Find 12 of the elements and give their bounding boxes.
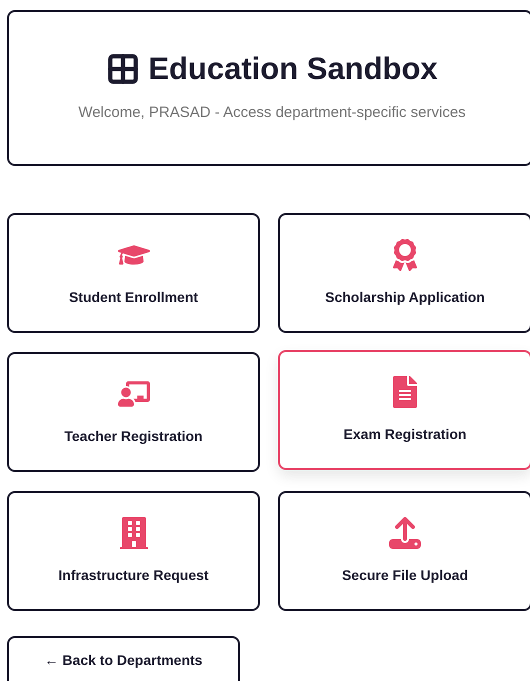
page-title: Education Sandbox	[148, 53, 438, 84]
upload-icon	[389, 516, 421, 548]
service-card[interactable]: Scholarship Application	[278, 213, 530, 333]
service-card[interactable]: Infrastructure Request	[7, 491, 260, 611]
service-card[interactable]: Student Enrollment	[7, 213, 260, 333]
service-card[interactable]: Teacher Registration	[7, 352, 260, 472]
service-card[interactable]: Secure File Upload	[278, 491, 530, 611]
back-button[interactable]: ← Back to Departments	[7, 636, 240, 681]
grid-icon	[106, 52, 140, 86]
building-icon	[118, 516, 150, 548]
service-card[interactable]: Exam Registration	[278, 350, 530, 470]
welcome-subtitle: Welcome, PRASAD - Access department-specific services	[78, 102, 466, 123]
